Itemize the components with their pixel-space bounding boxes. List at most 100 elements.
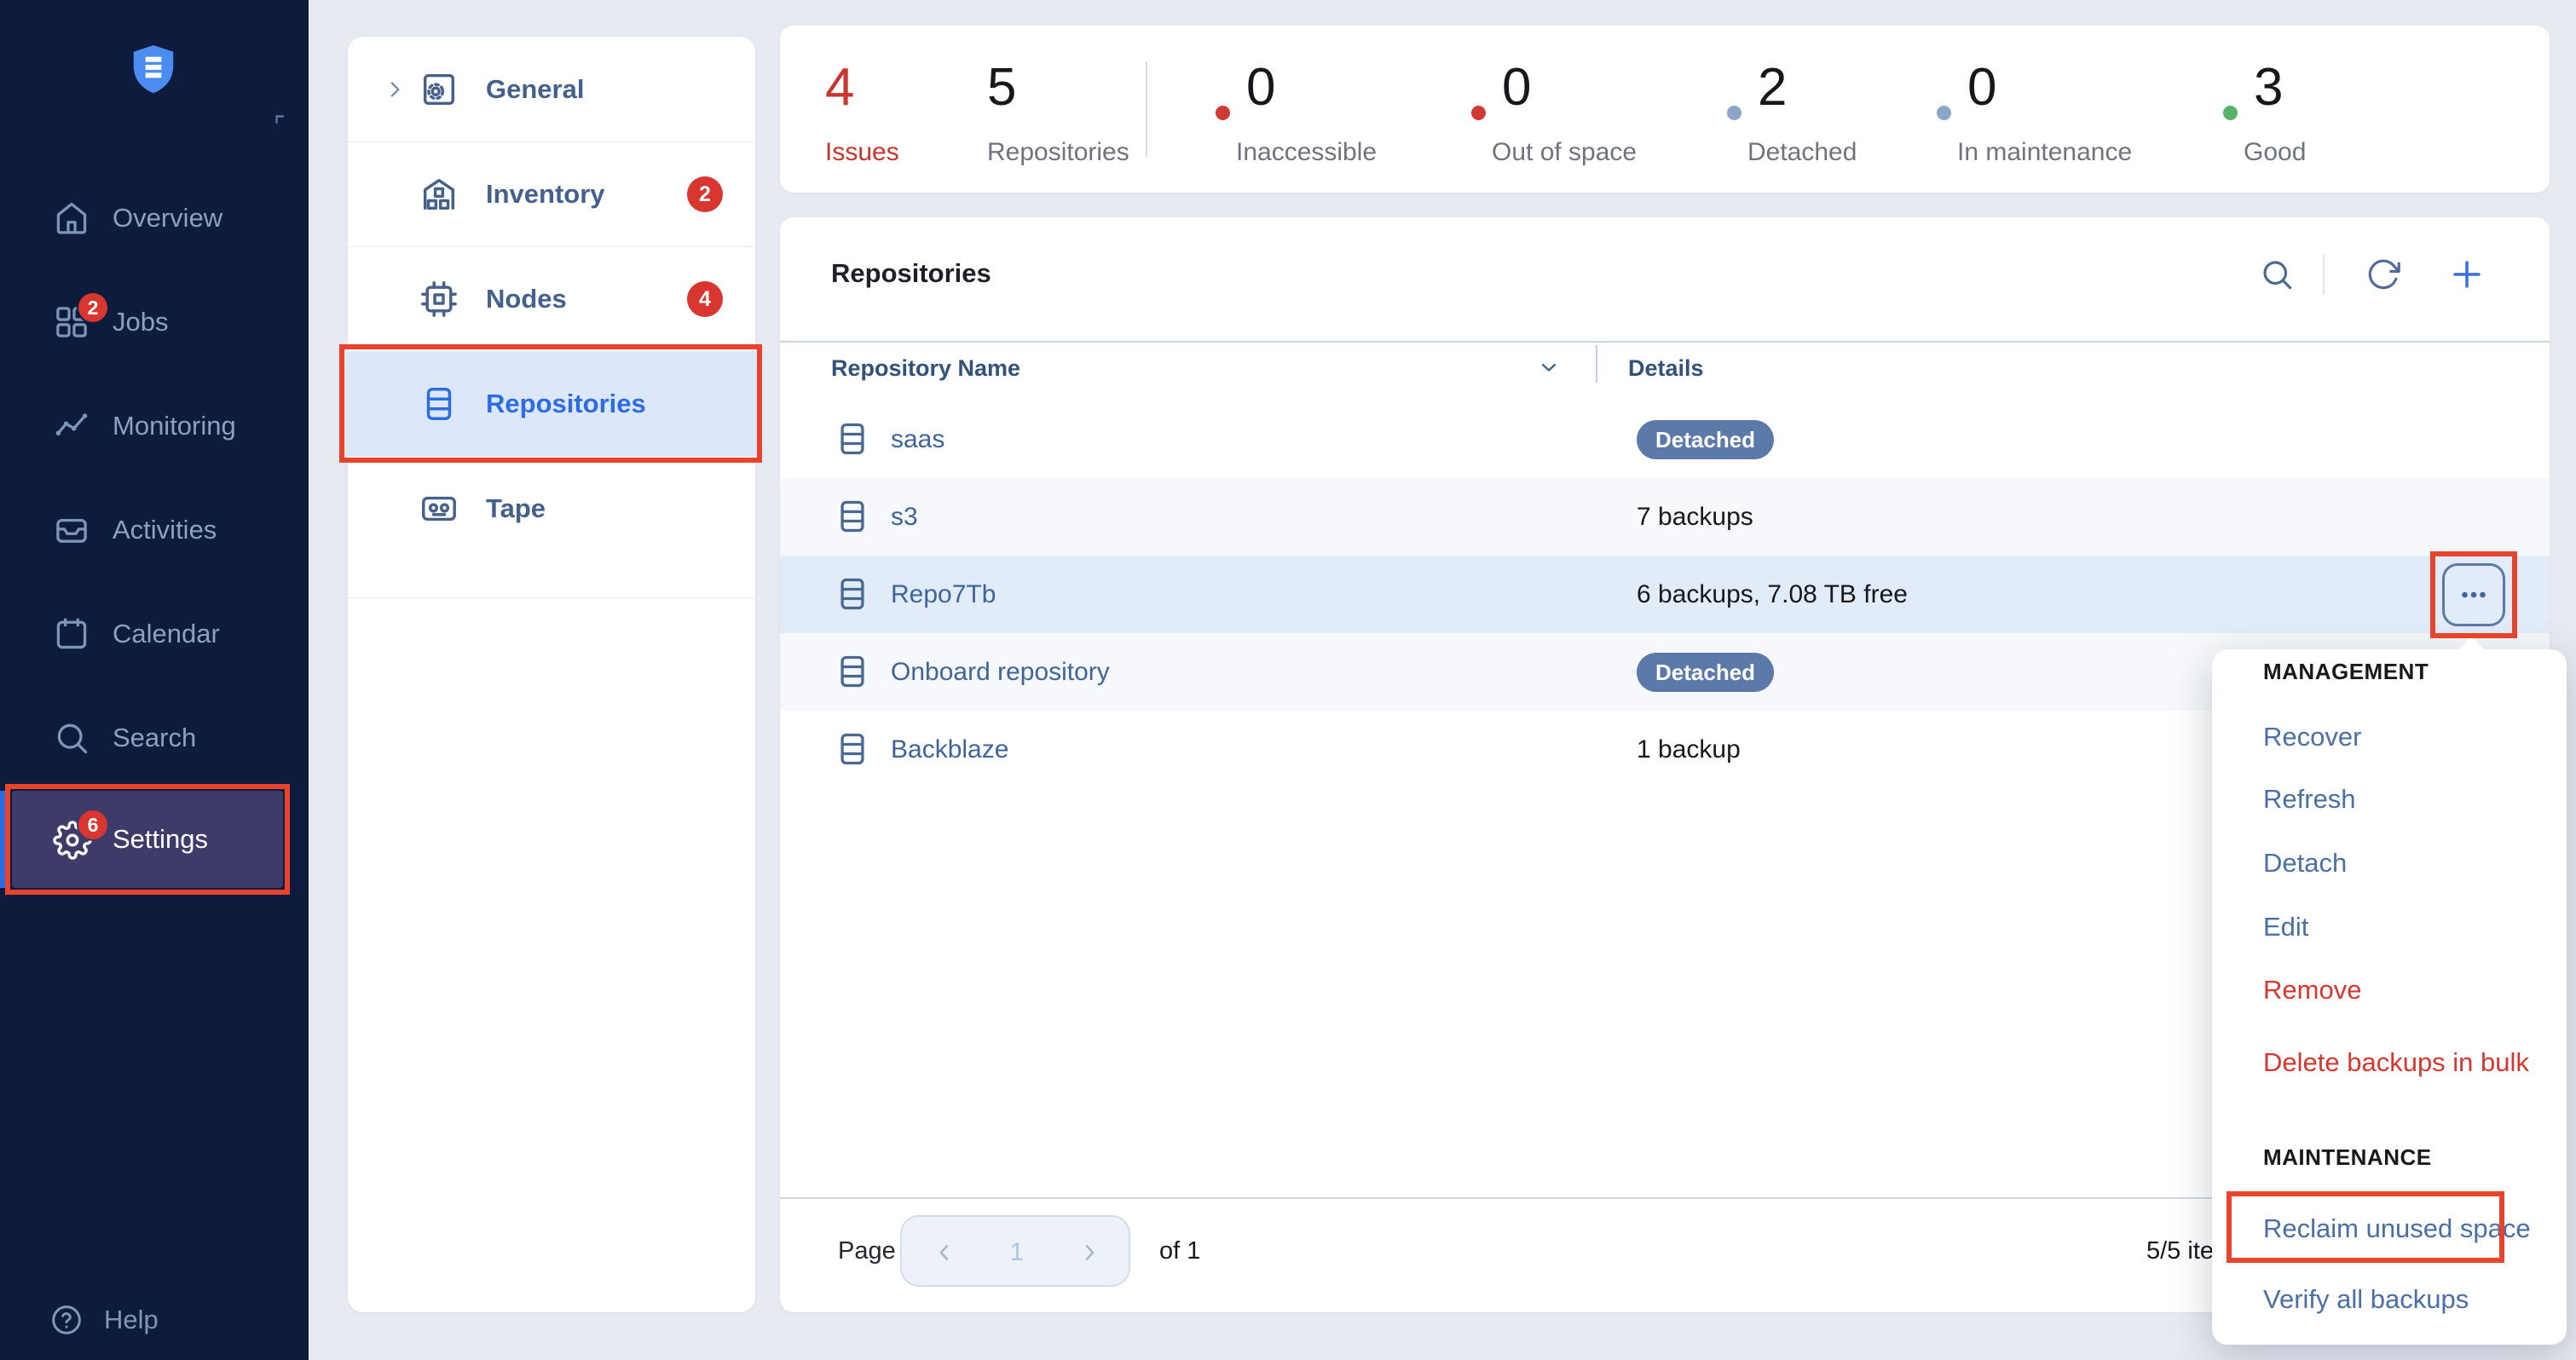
status-dot-icon <box>1471 106 1486 120</box>
sidebar-item-label: Overview <box>113 203 222 233</box>
row-actions-context-menu: MANAGEMENT Recover Refresh Detach Edit Remove… <box>2212 649 2567 1345</box>
repository-icon <box>834 730 871 768</box>
sidebar-item-calendar[interactable]: Calendar <box>0 596 309 672</box>
settings-nav-item-label: Inventory <box>486 179 605 210</box>
menu-item-delete-backups-in-bulk[interactable]: Delete backups in bulk <box>2263 1044 2529 1081</box>
repository-icon <box>834 653 871 690</box>
repository-details: 1 backup <box>1637 711 1741 788</box>
divider <box>1596 345 1597 383</box>
stat-label: In maintenance <box>1957 138 2132 167</box>
status-dot-icon <box>2223 106 2238 120</box>
ellipsis-icon <box>2458 579 2489 610</box>
stat-label: Good <box>2244 138 2306 167</box>
settings-nav-item-repositories[interactable]: Repositories <box>348 351 755 456</box>
search-icon[interactable] <box>2259 256 2295 292</box>
settings-nav-item-label: Tape <box>486 493 546 524</box>
sidebar-item-label: Calendar <box>113 619 220 649</box>
table-row-s3[interactable]: s37 backups <box>780 478 2550 556</box>
app-window: Overview2JobsMonitoringActivitiesCalenda… <box>0 0 2576 1360</box>
sidebar-item-settings[interactable]: 6Settings <box>12 791 283 888</box>
repository-icon <box>834 498 871 535</box>
divider <box>348 597 755 598</box>
column-header-details[interactable]: Details <box>1628 354 1704 383</box>
menu-item-reclaim-unused-space[interactable]: Reclaim unused space <box>2263 1210 2531 1248</box>
help-label: Help <box>104 1305 159 1335</box>
notification-badge: 2 <box>77 291 109 324</box>
sort-chevron-down-icon[interactable] <box>1537 355 1561 379</box>
calendar-icon <box>53 615 90 653</box>
secondary-sidebar: General Inventory 2 Nodes 4 Repositories Tape <box>348 37 755 1312</box>
settings-nav-item-tape[interactable]: Tape <box>348 456 755 561</box>
settings-nav-item-label: Repositories <box>486 389 646 419</box>
divider <box>780 341 2550 343</box>
sidebar-item-search[interactable]: Search <box>0 700 309 776</box>
sidebar-item-label: Settings <box>113 824 208 855</box>
sidebar-item-overview[interactable]: Overview <box>0 180 309 256</box>
repo-icon <box>419 384 459 424</box>
help-icon <box>49 1303 84 1337</box>
divider <box>1146 61 1147 157</box>
status-dot-icon <box>1937 106 1951 120</box>
table-row-repo7tb[interactable]: Repo7Tb 6 backups, 7.08 TB free <box>780 556 2550 633</box>
repository-name-link[interactable]: s3 <box>891 478 918 556</box>
settings-nav-item-label: Nodes <box>486 284 567 314</box>
pagination-control: 1 <box>900 1215 1130 1287</box>
status-badge: Detached <box>1637 420 1774 459</box>
menu-item-remove[interactable]: Remove <box>2263 971 2361 1009</box>
stat-label: Out of space <box>1492 138 1637 167</box>
divider <box>2323 255 2325 294</box>
repository-icon <box>834 420 871 458</box>
notification-badge: 4 <box>687 281 723 317</box>
sidebar-item-label: Jobs <box>113 307 168 337</box>
repository-name-link[interactable]: Onboard repository <box>891 633 1110 711</box>
pagination-total: of 1 <box>1159 1234 1200 1268</box>
sidebar-item-label: Activities <box>113 515 217 545</box>
table-row-saas[interactable]: saas Detached <box>780 401 2550 478</box>
sidebar-item-monitoring[interactable]: Monitoring <box>0 388 309 464</box>
refresh-icon[interactable] <box>2365 256 2401 292</box>
context-menu-section-management: MANAGEMENT <box>2263 654 2429 689</box>
search-icon <box>53 719 90 757</box>
menu-item-refresh[interactable]: Refresh <box>2263 781 2356 818</box>
menu-item-verify-all-backups[interactable]: Verify all backups <box>2263 1281 2469 1318</box>
chart-icon <box>53 407 90 445</box>
sidebar-item-jobs[interactable]: 2Jobs <box>0 284 309 360</box>
panel-title: Repositories <box>831 258 991 289</box>
chevron-right-icon <box>382 77 407 102</box>
repository-name-link[interactable]: Backblaze <box>891 711 1008 788</box>
sidebar-item-activities[interactable]: Activities <box>0 492 309 568</box>
menu-item-detach[interactable]: Detach <box>2263 844 2347 882</box>
sidebar-item-label: Monitoring <box>113 411 236 441</box>
chip-icon <box>419 279 459 319</box>
sidebar-item-help[interactable]: Help <box>0 1294 309 1346</box>
status-badge: Detached <box>1637 653 1774 692</box>
status-dot-icon <box>1727 106 1741 120</box>
stat-label: Repositories <box>987 138 1129 167</box>
app-logo-shield-icon <box>124 34 182 106</box>
stat-value: 4 <box>825 58 854 118</box>
repository-name-link[interactable]: Repo7Tb <box>891 556 996 633</box>
menu-item-recover[interactable]: Recover <box>2263 718 2361 756</box>
notification-badge: 2 <box>687 176 723 212</box>
repository-details: 6 backups, 7.08 TB free <box>1637 556 1908 633</box>
inbox-icon <box>53 511 90 549</box>
settings-nav-item-inventory[interactable]: Inventory 2 <box>348 141 755 246</box>
context-menu-section-maintenance: MAINTENANCE <box>2263 1140 2432 1174</box>
settings-nav-item-nodes[interactable]: Nodes 4 <box>348 246 755 351</box>
sidebar-item-label: Search <box>113 723 196 753</box>
settings-nav-item-general[interactable]: General <box>348 37 755 141</box>
status-dot-icon <box>1216 106 1230 120</box>
stat-label: Inaccessible <box>1236 138 1377 167</box>
add-repository-icon[interactable] <box>2449 256 2485 292</box>
column-header-repository-name[interactable]: Repository Name <box>831 354 1020 383</box>
repository-name-link[interactable]: saas <box>891 401 944 478</box>
next-page-icon[interactable] <box>1077 1241 1101 1265</box>
tape-icon <box>419 489 459 528</box>
settings-active-bar <box>0 791 9 888</box>
sidebar-collapse-icon[interactable] <box>271 111 292 131</box>
stat-value: 0 <box>1246 58 1275 118</box>
stat-value: 0 <box>1502 58 1531 118</box>
row-actions-ellipsis-button[interactable] <box>2442 563 2505 626</box>
menu-item-edit[interactable]: Edit <box>2263 908 2308 946</box>
stat-value: 3 <box>2254 58 2283 118</box>
